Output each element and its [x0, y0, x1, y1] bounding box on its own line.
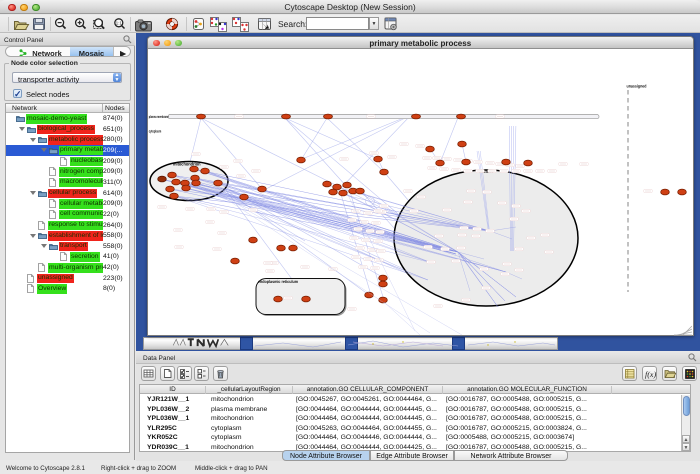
svg-text:cytoplasm: cytoplasm [149, 129, 162, 134]
svg-text:plasma membrane: plasma membrane [149, 114, 169, 119]
svg-text:f(x): f(x) [645, 370, 656, 379]
svg-text:Search:: Search: [278, 19, 307, 29]
svg-text:mitochondrion: mitochondrion [173, 162, 201, 167]
svg-text:1:1: 1:1 [116, 21, 123, 26]
svg-text:unassigned: unassigned [627, 84, 647, 89]
svg-text:endoplasmic reticulum: endoplasmic reticulum [258, 279, 298, 284]
